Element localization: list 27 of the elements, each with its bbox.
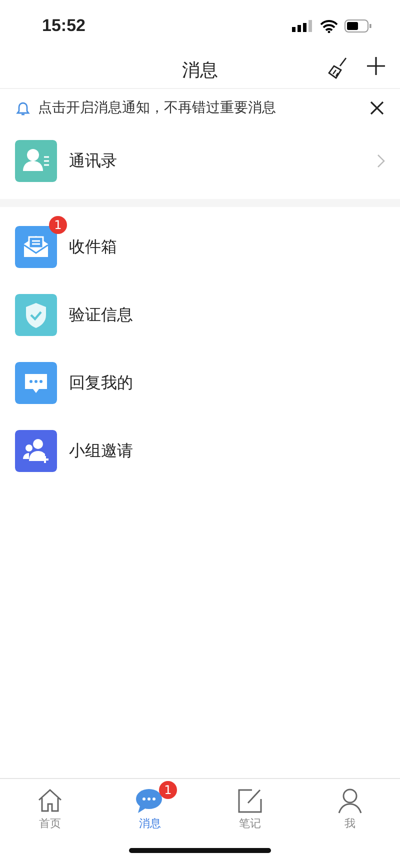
menu-item[interactable]: 1 收件箱	[0, 213, 400, 281]
menu-item[interactable]: 通讯录	[0, 127, 400, 195]
menu-item[interactable]: 小组邀请	[0, 417, 400, 485]
signal-icon	[292, 20, 314, 32]
chevron-right-icon	[377, 154, 385, 168]
unread-badge: 1	[49, 216, 67, 234]
tab[interactable]: 我	[300, 779, 400, 835]
page-title: 消息	[182, 59, 218, 82]
tab[interactable]: 首页	[0, 779, 100, 835]
status-time: 15:52	[42, 16, 86, 36]
menu-item[interactable]: 验证信息	[0, 281, 400, 349]
bell-icon	[16, 100, 30, 116]
item-label: 小组邀请	[69, 440, 134, 462]
wifi-icon	[320, 20, 338, 32]
item-label: 通讯录	[69, 150, 118, 172]
item-label: 验证信息	[69, 304, 134, 326]
battery-icon	[344, 19, 372, 33]
tab[interactable]: 笔记	[200, 779, 300, 835]
item-label: 收件箱	[69, 236, 118, 258]
item-label: 回复我的	[69, 372, 134, 394]
add-icon[interactable]	[366, 56, 386, 76]
tab[interactable]: 1 消息	[100, 779, 200, 835]
notification-prompt[interactable]: 点击开启消息通知，不再错过重要消息	[38, 99, 362, 117]
menu-item[interactable]: 回复我的	[0, 349, 400, 417]
unread-badge: 1	[159, 781, 177, 799]
close-icon[interactable]	[370, 101, 384, 115]
chat-bubble-icon	[135, 786, 165, 814]
